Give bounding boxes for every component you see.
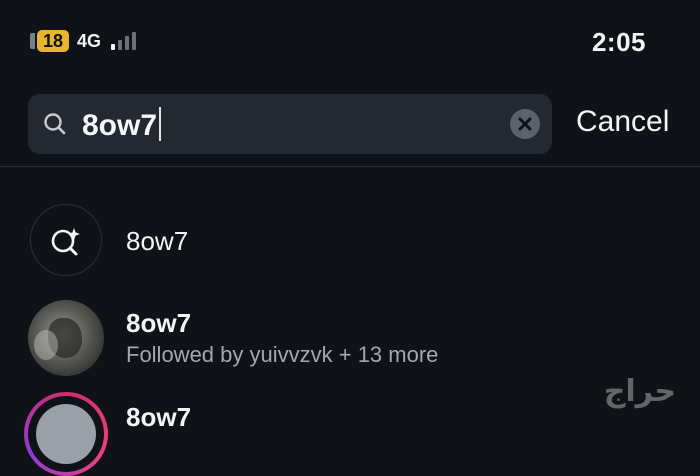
keyword-search-icon — [30, 204, 102, 276]
cancel-button[interactable]: Cancel — [576, 105, 669, 139]
signal-bar — [125, 36, 130, 50]
story-ring-avatar — [24, 392, 108, 476]
search-query-text: 8ow7 — [82, 109, 158, 142]
result-keyword[interactable]: 8ow7 — [0, 202, 700, 282]
network-type: 4G — [77, 30, 102, 51]
result-account[interactable]: 8ow7 — [0, 392, 700, 476]
result-title: 8ow7 — [126, 308, 192, 338]
badge-cap — [30, 33, 35, 49]
avatar — [36, 404, 96, 464]
avatar-border — [28, 396, 104, 472]
x-icon — [518, 117, 532, 131]
avatar-shape — [34, 330, 58, 360]
result-title: 8ow7 — [126, 226, 189, 256]
signal-bar — [111, 44, 116, 50]
divider — [0, 166, 700, 167]
status-time: 2:05 — [591, 27, 646, 57]
cell-badge-number: 18 — [37, 30, 70, 52]
status-bar: 18 4G 2:05 — [0, 0, 700, 80]
result-title: 8ow7 — [126, 402, 192, 432]
signal-bar — [132, 32, 137, 50]
search-row: 8ow7 Cancel — [0, 90, 700, 158]
signal-bar — [118, 40, 123, 50]
cell-badge: 18 — [30, 30, 70, 52]
search-query: 8ow7 — [82, 107, 162, 143]
avatar — [28, 300, 104, 376]
signal-strength-icon — [111, 32, 137, 50]
result-account[interactable]: 8ow7 Followed by yuivvzvk + 13 more — [0, 298, 700, 378]
text-caret — [159, 107, 162, 141]
search-icon — [44, 113, 66, 135]
result-subtitle: Followed by yuivvzvk + 13 more — [126, 342, 439, 367]
search-input[interactable]: 8ow7 — [28, 94, 552, 154]
sparkle-search-icon — [51, 227, 80, 255]
status-left: 18 4G — [30, 30, 137, 52]
watermark-logo: حراج — [603, 374, 676, 409]
clear-icon[interactable] — [510, 109, 540, 139]
